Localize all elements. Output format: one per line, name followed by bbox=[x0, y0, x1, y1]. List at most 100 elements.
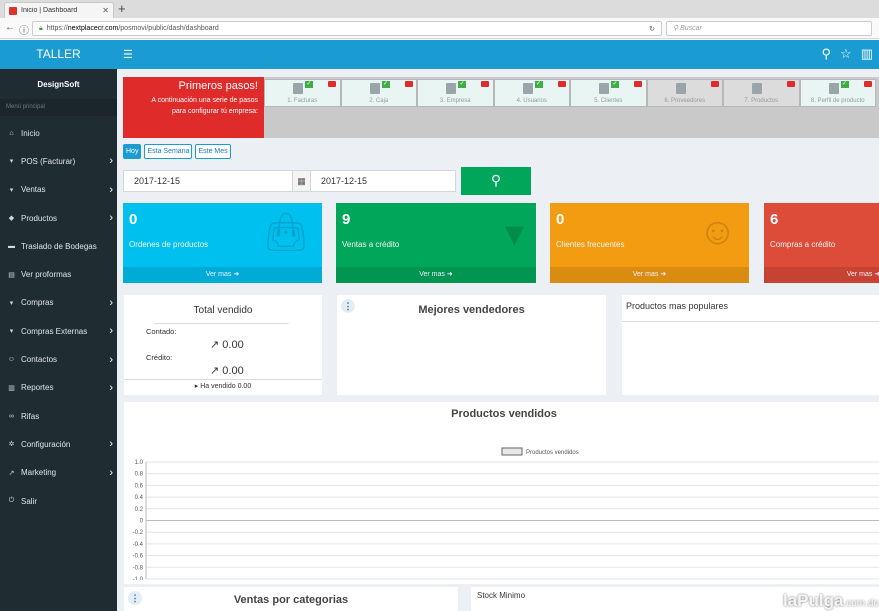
check-icon: ✓ bbox=[840, 81, 849, 88]
browser-urlbar: ← ⓘ 🔒︎ https://nextplacecr.com/posmovi/p… bbox=[0, 18, 879, 39]
chevron-right-icon: › bbox=[109, 381, 113, 394]
sidebar-item-traslado-de-bodegas[interactable]: ▬ Traslado de Bodegas bbox=[0, 232, 117, 260]
info-icon[interactable]: ⋮ bbox=[341, 299, 355, 313]
browser-tab[interactable]: Inicio | Dashboard ✕ bbox=[4, 2, 114, 18]
y-tick-label: 0 bbox=[140, 519, 144, 525]
this-month-button[interactable]: Este Mes bbox=[195, 144, 231, 159]
bag-icon: 👜︎ bbox=[261, 212, 310, 254]
wizard-step[interactable]: ✓ 3. Empresa bbox=[417, 79, 494, 107]
legend-swatch[interactable] bbox=[501, 447, 523, 456]
url-input[interactable]: 🔒︎ https://nextplacecr.com/posmovi/publi… bbox=[32, 21, 662, 36]
video-play-icon[interactable] bbox=[404, 81, 413, 87]
stat-box: 9 Ventas a crédito ▾ Ver mas ➜ bbox=[336, 203, 536, 283]
wizard-step[interactable]: ✓ 2. Caja bbox=[340, 79, 417, 107]
back-icon[interactable]: ← bbox=[5, 22, 15, 33]
video-play-icon[interactable] bbox=[557, 81, 566, 87]
sidebar-item-configuraci-n[interactable]: ✲ Configuración › bbox=[0, 430, 117, 458]
link-icon: ∞ bbox=[9, 412, 14, 420]
hamburger-menu-icon[interactable]: ☰ bbox=[123, 48, 133, 61]
total-vendido-footer: ▸ Ha vendido 0.00 bbox=[124, 379, 322, 390]
star-icon[interactable]: ☆ bbox=[840, 46, 852, 62]
brand-logo[interactable]: TALLER bbox=[0, 40, 117, 69]
sidebar-item-ventas[interactable]: ▾ Ventas › bbox=[0, 176, 117, 204]
wizard-step[interactable]: 7. Productos bbox=[723, 79, 800, 107]
date-filter: 2017-12-15 ▦ 2017-12-15 ⚲ bbox=[123, 167, 531, 195]
setup-wizard: Primeros pasos! A continuación una serie… bbox=[123, 77, 879, 138]
date-to-input[interactable]: 2017-12-15 bbox=[310, 170, 456, 192]
ventas-categorias-title: Ventas por categorias bbox=[233, 594, 349, 606]
productos-populares-panel: Productos mas populares bbox=[622, 295, 879, 395]
sidebar-item-label: Ver proformas bbox=[21, 270, 72, 280]
step-label: 8. Perfil de producto bbox=[810, 98, 865, 104]
wizard-step[interactable]: ✓ 1. Facturas bbox=[264, 79, 341, 107]
trend-icon: ↗ bbox=[210, 365, 223, 377]
y-tick-label: -0.4 bbox=[133, 542, 144, 548]
total-vendido-panel: Total vendido Contado: ↗ 0.00 Crédito: ↗… bbox=[124, 295, 322, 395]
check-icon: ✓ bbox=[305, 81, 313, 88]
browser-search-input[interactable]: ⚲ Buscar bbox=[666, 21, 872, 36]
video-play-icon[interactable] bbox=[634, 81, 642, 87]
sidebar-item-inicio[interactable]: ⌂ Inicio bbox=[0, 119, 117, 147]
today-button[interactable]: Hoy bbox=[123, 144, 142, 159]
video-play-icon[interactable] bbox=[481, 81, 489, 87]
cart-icon: ▾ bbox=[9, 158, 14, 166]
browser-tabbar: Inicio | Dashboard ✕ + bbox=[0, 0, 879, 18]
sidebar-item-label: Compras Externas bbox=[21, 326, 88, 336]
sidebar-item-rifas[interactable]: ∞ Rifas bbox=[0, 402, 117, 430]
wizard-subtitle-2: para configurar tú empresa: bbox=[172, 108, 258, 115]
watermark: laPulga.com.do bbox=[782, 591, 879, 610]
search-button[interactable]: ⚲ bbox=[461, 167, 531, 195]
stat-value: 6 bbox=[770, 211, 779, 228]
calendar-icon[interactable]: ▦ bbox=[293, 170, 310, 192]
sidebar-item-compras-externas[interactable]: ▾ Compras Externas › bbox=[0, 317, 117, 345]
book-icon[interactable]: ▥ bbox=[861, 46, 873, 62]
step-label: 2. Caja bbox=[369, 98, 389, 104]
sidebar-item-marketing[interactable]: ↗ Marketing › bbox=[0, 459, 117, 487]
close-tab-icon[interactable]: ✕ bbox=[102, 6, 109, 15]
sidebar-item-productos[interactable]: ◆ Productos › bbox=[0, 204, 117, 232]
step-icon bbox=[522, 83, 533, 94]
sidebar-item-pos-facturar[interactable]: ▾ POS (Facturar) › bbox=[0, 147, 117, 175]
search-icon[interactable]: ⚲ bbox=[822, 46, 832, 62]
sidebar-item-salir[interactable]: ⏻ Salir bbox=[0, 487, 117, 515]
ver-mas-link[interactable]: Ver mas ➜ bbox=[123, 267, 322, 283]
wizard-step[interactable]: 6. Proveedores bbox=[646, 79, 723, 107]
wizard-step[interactable]: ✓ 5. Clientes bbox=[570, 79, 647, 107]
step-label: 7. Productos bbox=[744, 98, 779, 104]
ver-mas-link[interactable]: Ver mas ➜ bbox=[764, 267, 879, 283]
ver-mas-link[interactable]: Ver mas ➜ bbox=[336, 267, 536, 283]
sidebar-item-reportes[interactable]: ▥ Reportes › bbox=[0, 374, 117, 402]
step-icon bbox=[752, 83, 762, 94]
step-label: 5. Clientes bbox=[594, 98, 623, 104]
y-tick-label: -0.6 bbox=[133, 554, 144, 560]
step-icon bbox=[446, 83, 456, 94]
video-play-icon[interactable] bbox=[787, 81, 795, 87]
this-week-button[interactable]: Esta Semana bbox=[144, 144, 193, 159]
info-icon[interactable]: ⓘ bbox=[19, 22, 29, 37]
step-icon bbox=[599, 83, 609, 94]
wizard-step[interactable]: ✓ 8. Perfil de producto bbox=[799, 79, 876, 107]
sidebar-item-ver-proformas[interactable]: ▤ Ver proformas bbox=[0, 260, 117, 288]
video-play-icon[interactable] bbox=[863, 81, 872, 87]
ver-mas-link[interactable]: Ver mas ➜ bbox=[550, 267, 749, 283]
sidebar-item-compras[interactable]: ▾ Compras › bbox=[0, 289, 117, 317]
step-icon bbox=[828, 83, 839, 94]
gear-icon: ✲ bbox=[8, 441, 15, 449]
sidebar-item-contactos[interactable]: ☺ Contactos › bbox=[0, 345, 117, 373]
chart-title: Productos vendidos bbox=[451, 408, 557, 420]
chevron-right-icon: › bbox=[109, 212, 113, 225]
video-play-icon[interactable] bbox=[328, 81, 336, 87]
new-tab-icon[interactable]: + bbox=[118, 1, 126, 17]
line-chart-icon: ↗ bbox=[8, 469, 15, 477]
wizard-intro: Primeros pasos! A continuación una serie… bbox=[123, 77, 264, 138]
range-buttons: Hoy Esta Semana Este Mes bbox=[123, 144, 231, 159]
chevron-right-icon: › bbox=[109, 466, 113, 479]
home-icon: ⌂ bbox=[9, 129, 14, 137]
video-play-icon[interactable] bbox=[710, 81, 719, 87]
users-icon: ☺ bbox=[7, 356, 16, 364]
date-from-input[interactable]: 2017-12-15 bbox=[123, 170, 293, 192]
reload-icon[interactable]: ↻ bbox=[649, 25, 655, 33]
wizard-step[interactable]: ✓ 4. Usuarios bbox=[493, 79, 570, 107]
info-icon[interactable]: ⋮ bbox=[128, 591, 142, 605]
sidebar-item-label: Salir bbox=[21, 496, 38, 506]
